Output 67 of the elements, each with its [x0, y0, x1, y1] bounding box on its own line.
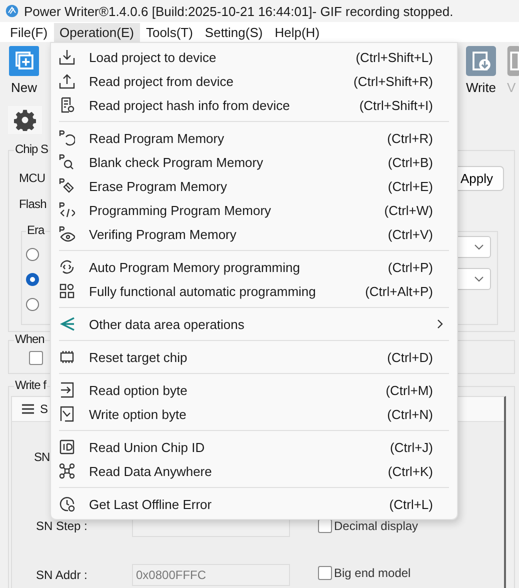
menu-item[interactable]: Read project hash info from device (Ctrl+Shift+I)	[51, 93, 457, 117]
upload-icon	[59, 73, 75, 89]
group-title: Chip S	[14, 142, 50, 156]
menu-item[interactable]: Read Data Anywhere (Ctrl+K)	[51, 459, 457, 483]
arrow-in-icon	[59, 382, 75, 398]
menu-bar-item[interactable]: Setting(S)	[198, 22, 269, 42]
menu-bar-item[interactable]: Help(H)	[268, 22, 326, 42]
new-file-icon	[8, 46, 40, 76]
menu-item[interactable]: Get Last Offline Error (Ctrl+L)	[51, 492, 457, 516]
radio-button[interactable]	[26, 248, 39, 261]
menu-item[interactable]: Programming Program Memory (Ctrl+W)	[51, 198, 457, 222]
grid-icon	[59, 283, 75, 299]
menu-item[interactable]: Load project to device (Ctrl+Shift+L)	[51, 45, 457, 69]
field-label: SN Step :	[36, 519, 88, 533]
menu-item[interactable]: Fully functional automatic programming (Ctrl+Alt+P)	[51, 279, 457, 303]
id-card-icon	[59, 439, 75, 455]
settings-tab[interactable]	[8, 106, 42, 134]
group-title: When	[14, 332, 46, 346]
menu-bar-item[interactable]: Tools(T)	[140, 22, 199, 42]
share-icon	[59, 316, 75, 332]
menu-item[interactable]: Reset target chip (Ctrl+D)	[51, 345, 457, 369]
clock-icon	[59, 496, 75, 512]
menu-item[interactable]: Read Union Chip ID (Ctrl+J)	[51, 435, 457, 459]
chip-icon	[59, 349, 75, 365]
field-label: Flash	[19, 197, 46, 211]
menu-bar-item[interactable]: File(F)	[4, 22, 54, 42]
option-label: Decimal display	[334, 519, 418, 533]
checkbox[interactable]	[318, 566, 332, 580]
nodes-icon	[59, 463, 75, 479]
input-field[interactable]: 0x0800FFFC	[132, 564, 290, 586]
menu-bar-item[interactable]: Operation(E)	[54, 22, 140, 42]
menu-item[interactable]: Read Program Memory (Ctrl+R)	[51, 126, 457, 150]
field-label: SN	[34, 450, 50, 464]
chevron-down-icon	[474, 244, 484, 250]
menu-item[interactable]: Write option byte (Ctrl+N)	[51, 402, 457, 426]
p-eraser-icon	[59, 178, 75, 194]
settings-icon	[14, 109, 36, 131]
menu-item[interactable]: Read project from device (Ctrl+Shift+R)	[51, 69, 457, 93]
menu-icon	[22, 404, 34, 414]
radio-button[interactable]	[26, 273, 39, 286]
group-title: Write f	[14, 378, 47, 392]
write-chip-icon	[465, 46, 497, 76]
document-search-icon	[59, 97, 75, 113]
checkbox[interactable]	[29, 351, 43, 365]
download-icon	[59, 49, 75, 65]
option-label: Big end model	[334, 566, 411, 580]
field-label: SN Addr :	[36, 568, 88, 582]
arrow-down-right-icon	[59, 406, 75, 422]
menu-item[interactable]: Verifing Program Memory (Ctrl+V)	[51, 222, 457, 246]
p-refresh-icon	[59, 130, 75, 146]
p-eye-icon	[59, 226, 75, 242]
menu-item[interactable]: Read option byte (Ctrl+M)	[51, 378, 457, 402]
menu-item[interactable]: Auto Program Memory programming (Ctrl+P)	[51, 255, 457, 279]
chevron-down-icon	[474, 276, 484, 282]
field-label: MCU	[19, 171, 46, 185]
code-cycle-icon	[59, 259, 75, 275]
group-title: Era	[26, 223, 46, 237]
p-magnifier-icon	[59, 154, 75, 170]
panel-tab[interactable]: S	[40, 402, 48, 416]
menu-item[interactable]: Other data area operations	[51, 312, 457, 336]
window-title: Power Writer®1.4.0.6 [Build:2025-10-21 16:44:01]- GIF recording stopped.	[24, 4, 454, 18]
radio-button[interactable]	[26, 298, 39, 311]
new-button[interactable]: New	[8, 46, 40, 95]
app-logo-icon	[5, 4, 19, 18]
write-button[interactable]: Write	[465, 46, 497, 95]
p-code-icon	[59, 202, 75, 218]
checkbox[interactable]	[318, 519, 332, 533]
